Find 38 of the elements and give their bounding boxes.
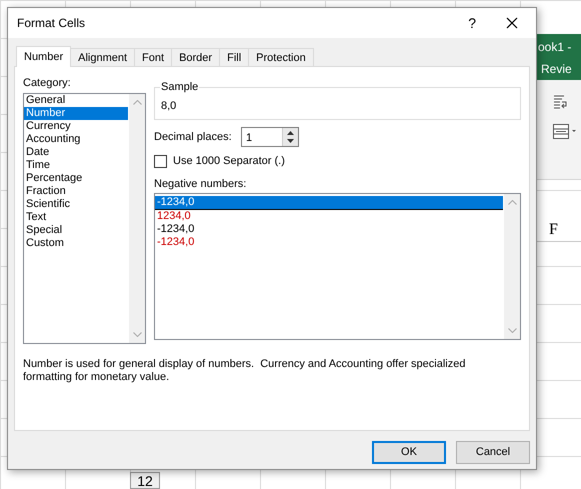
category-item[interactable]: Time [24, 158, 128, 172]
category-label: Category: [23, 76, 72, 91]
category-item[interactable]: Percentage [24, 172, 128, 184]
tab[interactable]: Protection [248, 48, 314, 67]
category-item[interactable]: Date [24, 146, 128, 158]
category-item[interactable]: Fraction [24, 184, 128, 198]
description-text: Number is used for general display of numbers. Currency and Accounting offer specialized formatting for monetary value. [23, 358, 466, 384]
ribbon-tab[interactable]: Revie [541, 60, 572, 78]
negative-number-option[interactable]: -1234,0 [155, 223, 503, 236]
category-item[interactable]: General [24, 94, 128, 106]
wrap-text-icon[interactable] [553, 94, 569, 110]
negative-number-option[interactable]: -1234,0 [155, 196, 503, 210]
separator-label[interactable]: Use 1000 Separator (.) [173, 153, 285, 170]
negative-numbers-label: Negative numbers: [154, 176, 248, 192]
decimal-places-field[interactable]: 1 [241, 127, 299, 147]
negative-number-option[interactable]: 1234,0 [155, 210, 503, 223]
category-item[interactable]: Currency [24, 120, 128, 132]
row-number[interactable]: 12 [130, 472, 160, 489]
sample-value: 8,0 [161, 99, 178, 114]
merge-cells-icon[interactable] [553, 124, 577, 140]
close-icon[interactable] [506, 17, 518, 29]
separator-checkbox[interactable] [154, 154, 167, 168]
sample-label: Sample [160, 80, 200, 94]
category-item[interactable]: Special [24, 224, 128, 236]
negative-number-option[interactable]: -1234,0 [155, 236, 503, 249]
app-title: ook1 - [538, 39, 572, 56]
category-item[interactable]: Text [24, 210, 128, 224]
dialog-button[interactable]: OK [372, 441, 446, 464]
decimal-places-label: Decimal places: [154, 130, 233, 145]
category-item[interactable]: Scientific [24, 198, 128, 210]
tab[interactable]: Number [16, 46, 72, 67]
dialog-button[interactable]: Cancel [456, 441, 530, 464]
category-item[interactable]: Number [24, 106, 128, 120]
dialog-title: Format Cells [17, 15, 86, 32]
help-button[interactable]: ? [468, 12, 476, 34]
category-item[interactable]: Accounting [24, 132, 128, 146]
category-item[interactable]: Custom [24, 236, 128, 250]
column-header[interactable]: F [549, 218, 558, 242]
